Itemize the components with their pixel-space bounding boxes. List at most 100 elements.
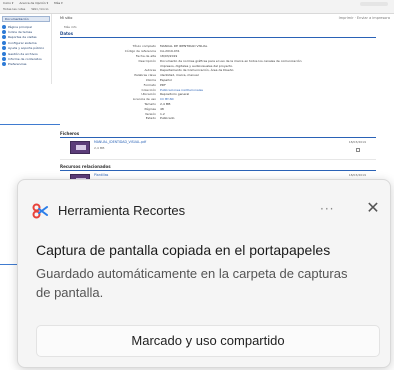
field-value-link[interactable]: CC BY-NC: [160, 97, 380, 101]
field-value: PDF: [160, 82, 166, 87]
file-meta: 2,4 MB: [94, 145, 105, 150]
path-label[interactable]: Wiki / Inicio: [31, 7, 48, 13]
file-date: 18/03/2019: [348, 139, 366, 144]
sidebar-item-label: Ayuda y soporte público: [8, 46, 45, 51]
field-value: 18/03/2019: [160, 53, 178, 58]
bullet-icon: [2, 62, 6, 67]
browser-toolbar: Inicio ▾ Acerca de Opción ▾ Más ▾ Todas …: [0, 0, 394, 14]
address-label: Todas las rutas: [3, 7, 26, 11]
field-value-link[interactable]: Publicaciones institucionales: [160, 88, 380, 92]
bullet-icon: [2, 51, 6, 56]
field-value: Documento de normas gráficas para el uso…: [160, 58, 302, 63]
bullet-icon: [2, 46, 6, 51]
main-content: Mi sitio Imprimir · Enviar a impresora M…: [60, 16, 390, 193]
field-value: MANUAL DE IDENTIDAD VISUAL: [160, 44, 208, 49]
field-label: Ubicación: [141, 92, 156, 97]
sidebar-list: Página principal Índice de temas Reporte…: [2, 24, 50, 67]
file-date: 18/03/2019: [348, 172, 366, 177]
bullet-icon: [2, 40, 6, 45]
field-value: Repositorio general: [160, 92, 190, 97]
field-value: 48: [160, 106, 164, 111]
notification-body: Guardado automáticamente en la carpeta d…: [36, 266, 348, 300]
field-label: Palabras clave: [134, 73, 156, 78]
sidebar-item-label: Índice de temas: [8, 30, 33, 35]
field-value: Publicado: [160, 116, 175, 121]
field-value: identidad, marca, manual: [160, 73, 199, 78]
field-row: Título completo MANUAL DE IDENTIDAD VISUA…: [60, 44, 380, 49]
notification-title: Captura de pantalla copiada en el portap…: [36, 242, 331, 258]
field-value: 1.2: [160, 111, 165, 116]
field-row: Autores Departamento de Comunicación, Áre…: [60, 68, 380, 73]
sidebar-title[interactable]: Documentación: [2, 16, 50, 22]
field-row: Idioma Español: [60, 78, 380, 83]
field-label: Licencia de uso: [132, 97, 156, 102]
field-label: Fecha de alta: [135, 53, 156, 58]
field-value: Departamento de Comunicación, Área de Di…: [160, 68, 234, 73]
snipping-tool-icon: [32, 203, 48, 219]
related-title: Recursos relacionados: [60, 163, 111, 169]
field-row: Ubicación Repositorio general: [60, 92, 380, 97]
field-value: CA-2019-031: [160, 49, 180, 54]
sidebar-item-label: Preferencias: [8, 62, 27, 67]
field-row: Estado Publicado: [60, 116, 380, 121]
field-row: Tamaño 2,4 MB: [60, 102, 380, 107]
file-name-link[interactable]: Plantillas: [94, 173, 108, 177]
sidebar-item-label: Configurar sistema: [8, 40, 37, 45]
field-row: Páginas 48: [60, 106, 380, 111]
address-row: Todas las rutas Wiki / Inicio: [3, 7, 49, 13]
menu-item-mas[interactable]: Más ▾: [54, 1, 62, 7]
field-label: Páginas: [144, 106, 156, 111]
field-label: Versión: [144, 111, 156, 116]
field-label: Formato: [143, 82, 156, 87]
sidebar-item-label: Página principal: [8, 24, 32, 29]
field-label: Autores: [144, 68, 156, 73]
field-label: Idioma: [145, 77, 156, 82]
print-link[interactable]: Imprimir · Enviar a impresora: [339, 16, 390, 20]
bullet-icon: [2, 30, 6, 35]
field-row: Código de referencia CA-2019-031: [60, 49, 380, 54]
file-name-link[interactable]: MANUAL_IDENTIDAD_VISUAL.pdf: [94, 140, 146, 144]
field-row: Licencia de uso CC BY-NC: [60, 97, 380, 102]
field-label: Tamaño: [144, 101, 156, 106]
sidebar-item-label: Gestión de archivos: [8, 51, 38, 56]
attachments-title: Ficheros: [60, 130, 80, 136]
field-label: Código de referencia: [124, 49, 156, 54]
markup-and-share-button[interactable]: Marcado y uso compartido: [36, 325, 380, 357]
field-value: 2,4 MB: [160, 101, 171, 106]
attachments-section: Ficheros MANUAL_IDENTIDAD_VISUAL.pdf 2,4…: [60, 131, 390, 160]
field-list: Título completo MANUAL DE IDENTIDAD VISUA…: [60, 44, 380, 121]
section-title: Datos: [60, 31, 74, 36]
divider: [0, 264, 18, 265]
bullet-icon: [2, 35, 6, 40]
sidebar-item[interactable]: Preferencias: [2, 62, 50, 67]
field-label: Colección: [141, 87, 156, 92]
search-box[interactable]: [360, 2, 388, 6]
field-row: Versión 1.2: [60, 111, 380, 116]
sub-breadcrumb[interactable]: Más info: [60, 25, 390, 30]
field-row: Fecha de alta 18/03/2019: [60, 54, 380, 59]
field-value: impresos, digitales y audiovisuales del …: [160, 63, 234, 68]
app-name: Herramienta Recortes: [58, 203, 186, 218]
close-icon[interactable]: ✕: [362, 197, 384, 219]
field-label: Estado: [145, 116, 156, 121]
field-label: Título completo: [132, 44, 156, 49]
divider: [0, 124, 60, 125]
field-row: Colección Publicaciones institucionales: [60, 87, 380, 92]
field-label: Descripción: [138, 58, 156, 63]
sidebar-item[interactable]: Ayuda y soporte público: [2, 46, 50, 51]
more-options-icon[interactable]: ···: [320, 202, 334, 216]
list-item[interactable]: MANUAL_IDENTIDAD_VISUAL.pdf 2,4 MB 18/03…: [60, 138, 376, 160]
section-divider: [60, 37, 376, 38]
field-value: Español: [160, 77, 172, 82]
field-row: Descripción Documento de normas gráficas …: [60, 58, 380, 63]
field-row: Palabras clave identidad, marca, manual: [60, 73, 380, 78]
bullet-icon: [2, 24, 6, 29]
download-icon[interactable]: [356, 147, 360, 152]
file-thumbnail[interactable]: [70, 140, 90, 154]
bullet-icon: [2, 57, 6, 62]
notification-toast[interactable]: Herramienta Recortes ··· ✕ Captura de pa…: [17, 179, 391, 368]
field-row: Formato PDF: [60, 82, 380, 87]
sidebar-item-label: Informe de contenidos: [8, 57, 42, 62]
sidebar-item-label: Reportes de visitas: [8, 35, 37, 40]
sidebar: Documentación Página principal Índice de…: [0, 14, 52, 84]
